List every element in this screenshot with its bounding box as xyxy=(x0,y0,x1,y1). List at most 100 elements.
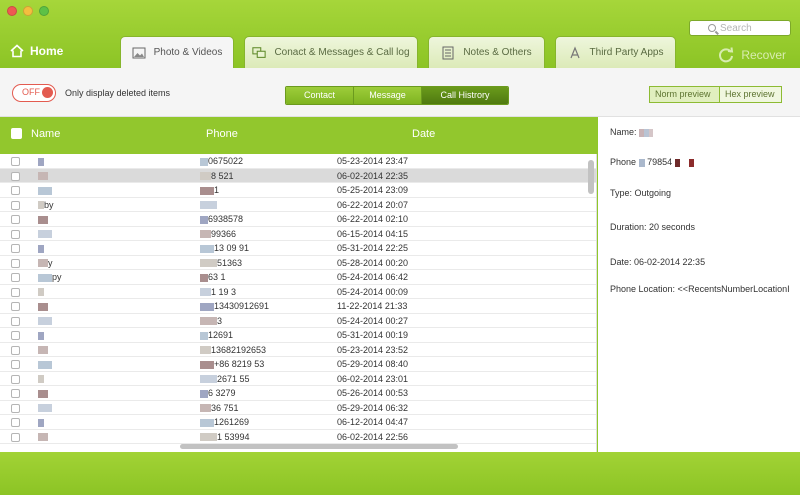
row-date: 05-26-2014 00:53 xyxy=(337,388,409,398)
tab-label: Photo & Videos xyxy=(153,47,223,58)
norm-preview-button[interactable]: Norm preview xyxy=(649,86,720,103)
table-row[interactable]: 8 521 06-02-2014 22:35 xyxy=(0,168,596,183)
row-date: 06-02-2014 22:35 xyxy=(337,170,409,181)
tab-third-party-apps[interactable]: Third Party Apps xyxy=(555,36,676,68)
row-name xyxy=(38,388,158,398)
refresh-icon xyxy=(719,47,734,63)
table-row[interactable]: 1 53994 06-02-2014 22:56 xyxy=(0,430,596,444)
table-row[interactable]: 1 19 3 05-24-2014 00:09 xyxy=(0,285,596,299)
row-date: 05-23-2014 23:52 xyxy=(337,344,409,355)
table-row[interactable]: 2671 55 06-02-2014 23:01 xyxy=(0,372,596,386)
minimize-window-button[interactable] xyxy=(23,6,33,16)
table-row[interactable]: y 51363 05-28-2014 00:20 xyxy=(0,256,596,270)
search-input[interactable]: Search xyxy=(689,20,791,36)
table-row[interactable]: +86 8219 53 05-29-2014 08:40 xyxy=(0,357,596,372)
row-name xyxy=(38,345,158,355)
row-checkbox[interactable] xyxy=(11,215,20,224)
detail-phone-label: Phone xyxy=(610,157,637,167)
table-row[interactable]: 99366 06-15-2014 04:15 xyxy=(0,227,596,241)
row-checkbox[interactable] xyxy=(11,345,20,355)
tab-photo-videos[interactable]: Photo & Videos xyxy=(120,36,234,68)
row-checkbox[interactable] xyxy=(11,186,20,195)
row-name xyxy=(38,287,158,297)
row-checkbox[interactable] xyxy=(11,331,20,340)
table-row[interactable]: by 06-22-2014 20:07 xyxy=(0,198,596,212)
column-header-name[interactable]: Name xyxy=(31,128,60,140)
detail-phone: Phone 79854 xyxy=(610,157,694,167)
row-date: 05-28-2014 00:20 xyxy=(337,257,409,268)
row-phone-text: 0675022 xyxy=(208,156,244,166)
row-checkbox[interactable] xyxy=(11,418,20,427)
row-checkbox[interactable] xyxy=(11,287,20,297)
row-phone-text: 1 53994 xyxy=(217,431,250,442)
tab-label: Third Party Apps xyxy=(589,47,664,58)
row-phone-text: 3 xyxy=(217,315,223,326)
row-name: py xyxy=(38,272,158,282)
table-row[interactable]: 0675022 05-23-2014 23:47 xyxy=(0,154,596,169)
tab-contacts-messages-calllog[interactable]: Conact & Messages & Call log xyxy=(244,36,418,68)
tab-notes-others[interactable]: Notes & Others xyxy=(428,36,545,68)
row-checkbox[interactable] xyxy=(11,374,20,384)
row-checkbox[interactable] xyxy=(11,200,20,210)
column-header-phone[interactable]: Phone xyxy=(206,128,238,140)
segment-call-history[interactable]: Call Histrory xyxy=(422,87,508,104)
row-name xyxy=(38,185,158,195)
horizontal-scrollbar[interactable] xyxy=(180,444,458,449)
row-name xyxy=(38,243,158,253)
select-all-checkbox[interactable] xyxy=(11,128,22,139)
row-checkbox[interactable] xyxy=(11,360,20,369)
row-checkbox[interactable] xyxy=(11,171,20,181)
home-label: Home xyxy=(30,44,64,58)
row-date: 05-29-2014 06:32 xyxy=(337,402,409,413)
vertical-scrollbar[interactable] xyxy=(588,160,594,194)
table-row[interactable]: 3 05-24-2014 00:27 xyxy=(0,314,596,328)
row-checkbox[interactable] xyxy=(11,258,20,268)
row-name xyxy=(38,359,158,369)
detail-phone-value: 79854 xyxy=(647,157,673,167)
row-name xyxy=(38,403,158,413)
zoom-window-button[interactable] xyxy=(39,6,49,16)
row-phone-text: 6 3279 xyxy=(208,388,236,398)
table-row[interactable]: py 63 1 05-24-2014 06:42 xyxy=(0,270,596,285)
table-row[interactable]: 36 751 05-29-2014 06:32 xyxy=(0,401,596,415)
row-checkbox[interactable] xyxy=(11,244,20,253)
row-checkbox[interactable] xyxy=(11,432,20,442)
row-checkbox[interactable] xyxy=(11,157,20,166)
table-row[interactable]: 12691 05-31-2014 00:19 xyxy=(0,328,596,343)
table-row[interactable]: 13430912691 11-22-2014 21:33 xyxy=(0,299,596,314)
row-date: 05-25-2014 23:09 xyxy=(337,185,409,195)
row-phone: 1 53994 xyxy=(200,432,320,442)
row-checkbox[interactable] xyxy=(11,229,20,239)
row-name xyxy=(38,316,158,326)
row-checkbox[interactable] xyxy=(11,316,20,326)
recover-button[interactable]: Recover xyxy=(717,46,786,64)
row-phone-text: 13 09 91 xyxy=(214,243,250,253)
row-name xyxy=(38,374,158,384)
row-phone: 3 xyxy=(200,316,320,326)
row-checkbox[interactable] xyxy=(11,403,20,413)
hex-preview-button[interactable]: Hex preview xyxy=(720,86,782,103)
row-checkbox[interactable] xyxy=(11,302,20,311)
close-window-button[interactable] xyxy=(7,6,17,16)
segment-contact[interactable]: Contact xyxy=(286,87,354,104)
table-row[interactable]: 1 05-25-2014 23:09 xyxy=(0,183,596,198)
row-phone: 99366 xyxy=(200,229,320,239)
window-controls xyxy=(7,6,49,16)
row-checkbox[interactable] xyxy=(11,273,20,282)
row-phone: 6938578 xyxy=(200,214,320,224)
table-row[interactable]: 6 3279 05-26-2014 00:53 xyxy=(0,386,596,401)
column-header-date[interactable]: Date xyxy=(412,128,435,140)
row-checkbox[interactable] xyxy=(11,389,20,398)
row-phone: 13 09 91 xyxy=(200,243,320,253)
segment-message[interactable]: Message xyxy=(354,87,422,104)
deleted-items-toggle[interactable]: OFF xyxy=(12,84,56,102)
details-panel: Name: Phone 79854 Type: Outgoing Duratio… xyxy=(598,117,800,452)
home-button[interactable]: Home xyxy=(10,44,63,58)
row-date: 05-29-2014 08:40 xyxy=(337,359,409,369)
table-row[interactable]: 13 09 91 05-31-2014 22:25 xyxy=(0,241,596,256)
row-date: 11-22-2014 21:33 xyxy=(337,301,408,311)
table-row[interactable]: 13682192653 05-23-2014 23:52 xyxy=(0,343,596,357)
table-row[interactable]: 6938578 06-22-2014 02:10 xyxy=(0,212,596,227)
row-phone: 1 19 3 xyxy=(200,287,320,297)
table-row[interactable]: 1261269 06-12-2014 04:47 xyxy=(0,415,596,430)
